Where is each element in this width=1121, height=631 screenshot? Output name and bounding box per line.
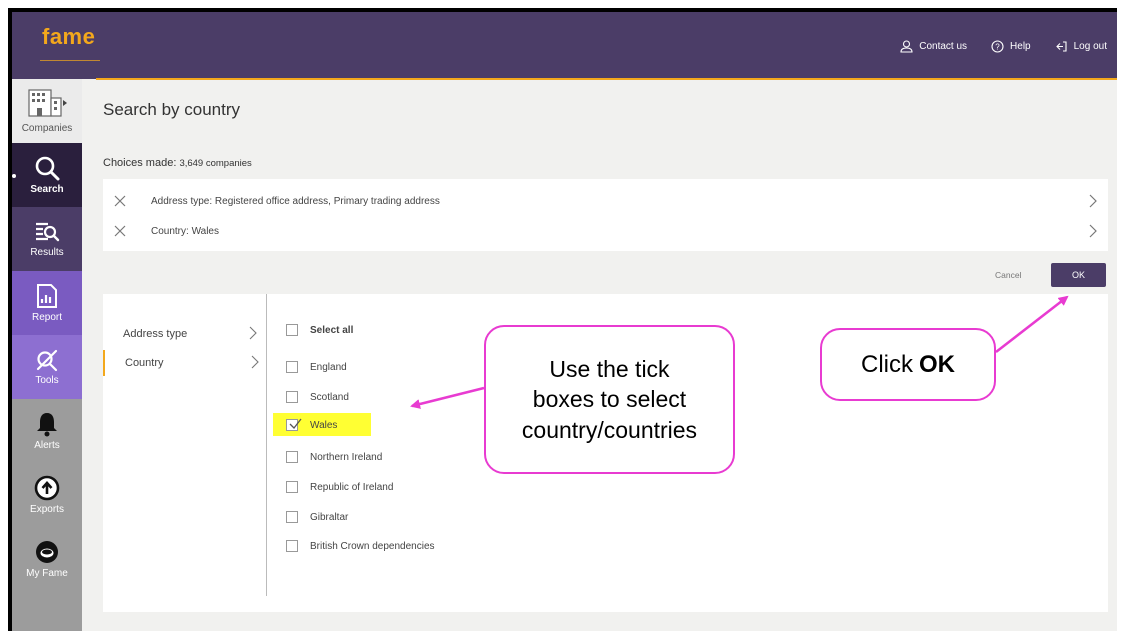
click-ok-callout: Click OK — [820, 328, 996, 401]
remove-choice-icon[interactable] — [113, 224, 127, 238]
ok-button[interactable]: OK — [1051, 263, 1106, 287]
report-icon — [37, 284, 57, 308]
chevron-right-icon[interactable] — [1088, 224, 1098, 238]
myfame-icon — [36, 541, 58, 563]
sidebar-item-label: Results — [30, 247, 64, 258]
chevron-right-icon[interactable] — [1088, 194, 1098, 208]
contact-us-label: Contact us — [919, 41, 968, 52]
sidebar-item-my-fame[interactable]: My Fame — [12, 527, 82, 591]
country-option-republic-of-ireland[interactable]: Republic of Ireland — [286, 477, 586, 497]
sidebar-item-label: Exports — [30, 504, 64, 515]
logout-icon — [1055, 41, 1067, 52]
callout-text: Click — [861, 350, 913, 378]
option-label: Republic of Ireland — [310, 481, 394, 493]
checkbox-checked[interactable] — [286, 418, 302, 431]
criteria-nav: Address type Country — [103, 294, 269, 612]
page-title: Search by country — [103, 100, 241, 119]
remove-choice-icon[interactable] — [113, 194, 127, 208]
search-icon — [35, 156, 60, 181]
callout-line: country/countries — [521, 416, 698, 443]
sidebar-item-tools[interactable]: Tools — [12, 335, 82, 399]
bell-icon — [37, 413, 57, 437]
panel-divider — [266, 294, 267, 596]
cancel-button[interactable]: Cancel — [995, 270, 1021, 280]
sidebar-item-search[interactable]: Search — [12, 143, 82, 207]
top-bar: fame Contact us ? Help Log out — [12, 12, 1117, 79]
criteria-nav-label: Address type — [123, 328, 188, 340]
person-icon — [900, 40, 913, 53]
tick-boxes-callout: Use the tick boxes to select country/cou… — [484, 325, 735, 474]
criteria-nav-label: Country — [125, 357, 164, 369]
option-label: Wales — [310, 419, 338, 431]
sidebar-item-alerts[interactable]: Alerts — [12, 399, 82, 463]
option-label: Select all — [310, 324, 354, 336]
header-accent-line — [96, 78, 1117, 80]
tools-icon — [36, 349, 58, 372]
fame-logo[interactable]: fame — [42, 24, 95, 50]
callout-line: Use the tick — [549, 355, 670, 382]
export-icon — [34, 475, 60, 501]
choices-list: Address type: Registered office address,… — [103, 179, 1108, 251]
sidebar-item-label: Tools — [35, 375, 59, 386]
log-out-label: Log out — [1073, 41, 1107, 52]
option-label: Scotland — [310, 391, 349, 403]
sidebar-item-label: Report — [31, 312, 62, 323]
checkbox[interactable] — [286, 361, 298, 373]
criteria-nav-address-type[interactable]: Address type — [103, 321, 269, 347]
checkbox[interactable] — [286, 324, 298, 336]
sidebar-item-label: Alerts — [34, 440, 60, 451]
choice-text: Address type: Registered office address,… — [151, 195, 440, 207]
option-label: Gibraltar — [310, 511, 349, 523]
option-label: British Crown dependencies — [310, 540, 435, 552]
callout-line: boxes to select — [532, 386, 687, 413]
country-option-gibraltar[interactable]: Gibraltar — [286, 507, 586, 527]
checkbox[interactable] — [286, 391, 298, 403]
option-label: England — [310, 361, 347, 373]
sidebar-item-report[interactable]: Report — [12, 271, 82, 335]
logo-underline — [40, 60, 100, 61]
country-option-british-crown-dependencies[interactable]: British Crown dependencies — [286, 536, 586, 556]
chevron-right-icon — [249, 326, 257, 340]
checkbox[interactable] — [286, 451, 298, 463]
checkbox[interactable] — [286, 481, 298, 493]
sidebar-item-results[interactable]: Results — [12, 207, 82, 271]
chevron-right-icon — [251, 355, 259, 369]
option-label: Northern Ireland — [310, 451, 383, 463]
companies-icon — [28, 89, 67, 117]
top-nav: Contact us ? Help Log out — [900, 40, 1117, 53]
help-label: Help — [1010, 41, 1031, 52]
svg-text:?: ? — [995, 43, 1000, 52]
choices-count: 3,649 companies — [179, 158, 252, 169]
app-window: fame Contact us ? Help Log out Companies… — [12, 12, 1117, 631]
help-circle-icon: ? — [991, 40, 1004, 53]
results-icon — [36, 222, 60, 242]
sidebar-item-label: My Fame — [26, 568, 68, 579]
choices-made-label: Choices made: 3,649 companies — [103, 157, 252, 169]
choices-made-text: Choices made: — [103, 157, 177, 169]
help-link[interactable]: ? Help — [991, 40, 1031, 53]
contact-us-link[interactable]: Contact us — [900, 40, 967, 53]
checkbox[interactable] — [286, 540, 298, 552]
checkbox[interactable] — [286, 511, 298, 523]
sidebar-item-exports[interactable]: Exports — [12, 463, 82, 527]
choice-text: Country: Wales — [151, 225, 219, 237]
checkmark-icon — [289, 418, 302, 429]
sidebar-filler — [12, 591, 82, 631]
choice-row[interactable]: Country: Wales — [103, 219, 1108, 243]
sidebar-item-label: Companies — [21, 123, 73, 134]
sidebar-item-companies[interactable]: Companies — [12, 79, 82, 143]
callout-text-bold: OK — [919, 350, 955, 378]
choice-row[interactable]: Address type: Registered office address,… — [103, 189, 1108, 213]
sidebar-item-label: Search — [30, 184, 64, 195]
criteria-nav-country[interactable]: Country — [103, 350, 269, 376]
log-out-link[interactable]: Log out — [1055, 40, 1107, 53]
sidebar: Companies Search Results Report Tools Al… — [12, 79, 82, 631]
